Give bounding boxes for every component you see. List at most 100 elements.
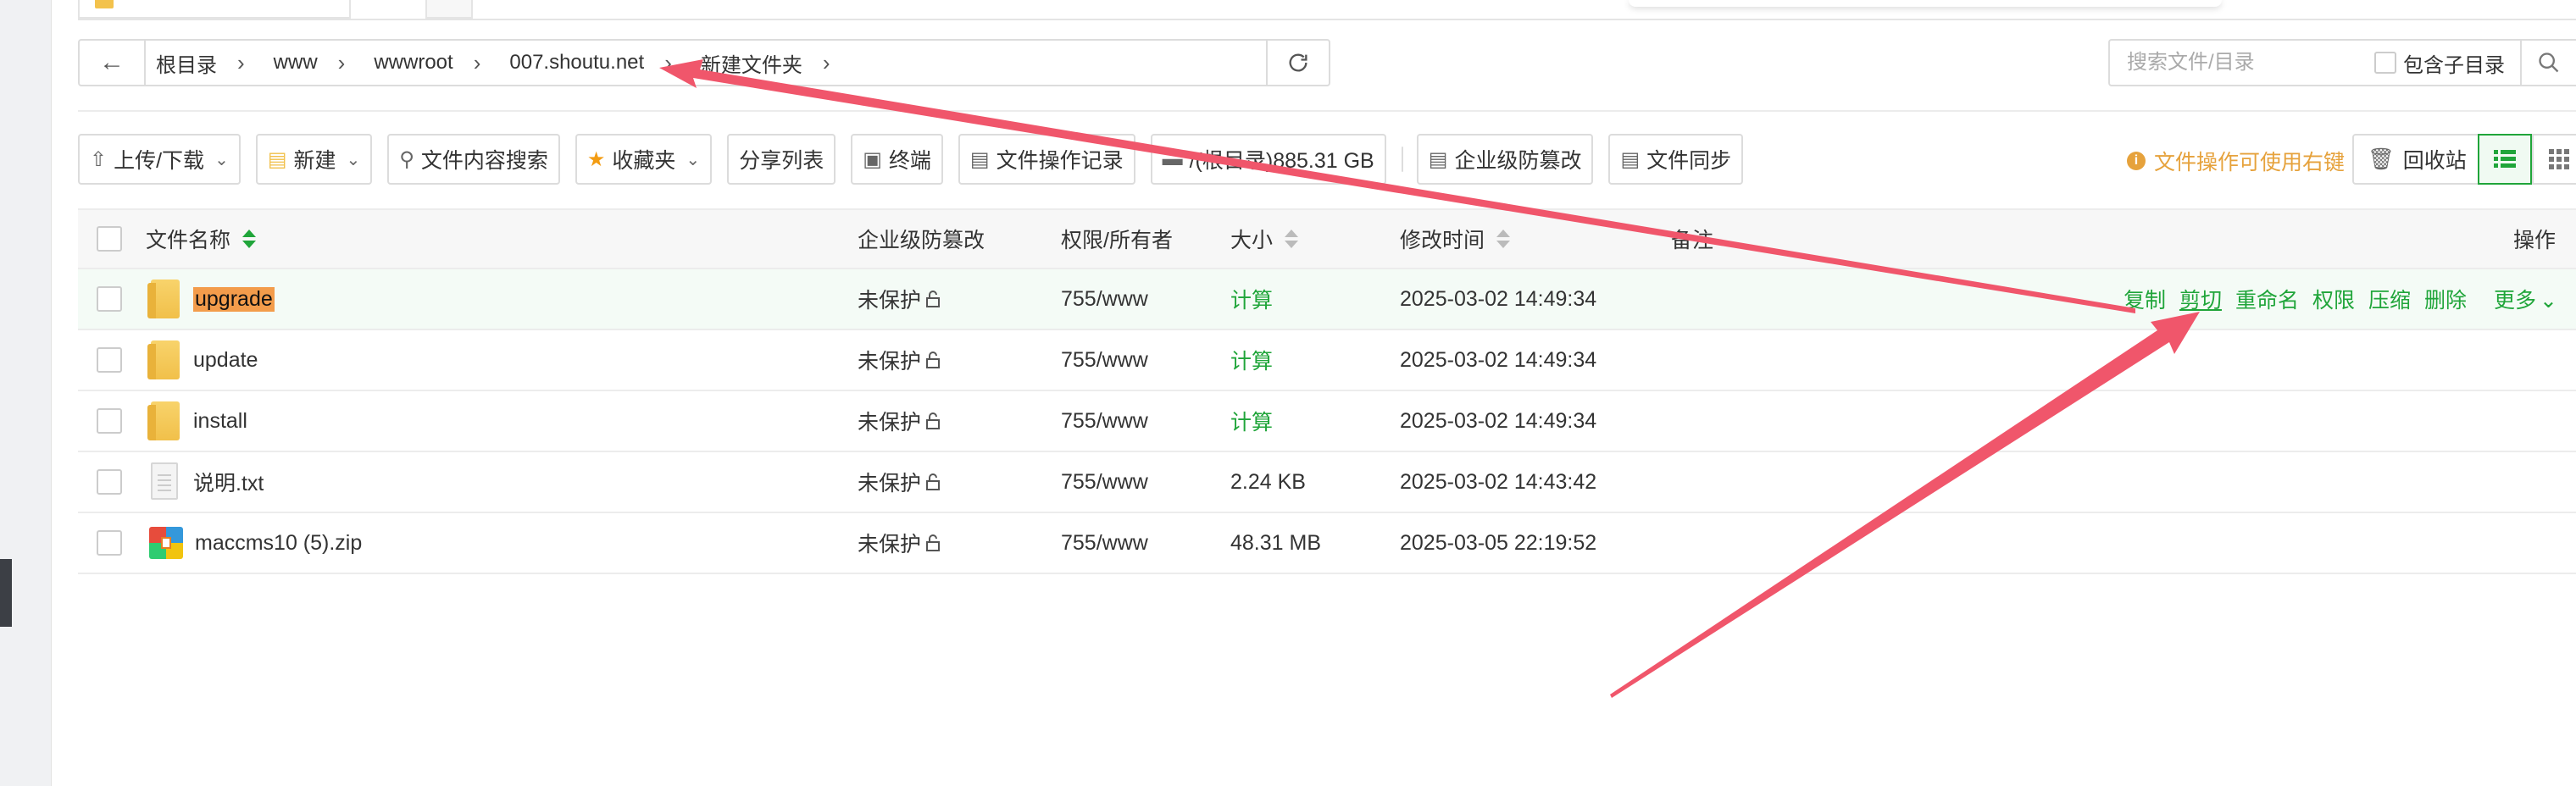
tamper-status-text: 未保护 [858, 350, 922, 374]
share-list-button[interactable]: 分享列表 [727, 134, 836, 185]
toolbar-separator [1401, 147, 1403, 172]
select-all-checkbox[interactable] [97, 226, 122, 252]
disk-icon: ▬ [1162, 147, 1183, 170]
perm-owner[interactable]: 755/www [1061, 513, 1148, 573]
unlock-icon[interactable] [924, 534, 943, 552]
search-input[interactable] [2125, 50, 2357, 75]
file-name[interactable]: update [193, 348, 258, 373]
breadcrumb-site[interactable]: 007.shoutu.net [509, 51, 644, 75]
file-table: 文件名称 企业级防篡改 权限/所有者 大小 修改时间 备注 操作 upgrade… [78, 208, 2576, 574]
cut-link[interactable]: 剪切 [2179, 284, 2222, 314]
table-row[interactable]: 说明.txt 未保护 755/www 2.24 KB 2025-03-02 14… [78, 452, 2576, 513]
search-icon [2539, 53, 2559, 73]
sort-icon [1285, 228, 1299, 250]
breadcrumb-current[interactable]: 新建文件夹 [701, 48, 802, 78]
path-bar: ← 根目录 › www › wwwroot › 007.shoutu.net › 新建文… [78, 39, 1330, 86]
file-name-cell[interactable]: upgrade [147, 269, 275, 329]
delete-link[interactable]: 删除 [2424, 284, 2467, 314]
size-calc-link[interactable]: 计算 [1230, 269, 1273, 329]
perm-owner[interactable]: 755/www [1061, 330, 1148, 390]
perm-owner[interactable]: 755/www [1061, 452, 1148, 512]
header-mtime[interactable]: 修改时间 [1400, 210, 1511, 268]
header-tamper: 企业级防篡改 [858, 229, 985, 252]
row-checkbox[interactable] [97, 469, 122, 495]
mtime: 2025-03-02 14:49:34 [1400, 286, 1597, 311]
file-sync-button[interactable]: ▤ 文件同步 [1608, 134, 1744, 185]
file-name-cell[interactable]: install [147, 391, 247, 451]
file-name[interactable]: maccms10 (5).zip [195, 531, 362, 556]
permission-link[interactable]: 权限 [2312, 284, 2355, 314]
chevron-right-icon: › [473, 49, 481, 75]
zip-file-icon [149, 527, 183, 559]
operation-log-label: 文件操作记录 [996, 149, 1124, 173]
more-link[interactable]: 更多 ⌄ [2480, 284, 2557, 314]
compress-link[interactable]: 压缩 [2368, 284, 2411, 314]
popup-edge [1629, 0, 2222, 7]
tip-text: 文件操作可使用右键 [2154, 151, 2346, 174]
include-subdir-checkbox[interactable] [2374, 52, 2396, 74]
table-header: 文件名称 企业级防篡改 权限/所有者 大小 修改时间 备注 操作 [78, 208, 2576, 269]
tab-add-button[interactable] [425, 0, 473, 19]
refresh-button[interactable] [1266, 41, 1329, 85]
more-label: 更多 [2494, 289, 2537, 313]
header-name-label: 文件名称 [146, 229, 231, 252]
copy-link[interactable]: 复制 [2124, 284, 2166, 314]
file-name[interactable]: 说明.txt [193, 467, 264, 497]
file-name-cell[interactable]: 说明.txt [151, 452, 264, 512]
size-calc-link[interactable]: 计算 [1230, 330, 1273, 390]
breadcrumb-root[interactable]: 根目录 [156, 48, 217, 78]
sort-icon [1496, 228, 1511, 250]
tamper-proof-button[interactable]: ▤ 企业级防篡改 [1416, 134, 1594, 185]
terminal-button[interactable]: ▣ 终端 [851, 134, 943, 185]
list-view-button[interactable] [2478, 134, 2532, 185]
unlock-icon[interactable] [924, 290, 943, 308]
size-calc-link[interactable]: 计算 [1230, 391, 1273, 451]
unlock-icon[interactable] [924, 351, 943, 369]
operation-log-button[interactable]: ▤ 文件操作记录 [958, 134, 1135, 185]
tab-current-folder[interactable] [78, 0, 351, 19]
perm-owner[interactable]: 755/www [1061, 391, 1148, 451]
header-size[interactable]: 大小 [1230, 210, 1299, 268]
include-subdir-toggle[interactable]: 包含子目录 [2374, 48, 2505, 78]
search-button[interactable] [2520, 41, 2576, 85]
mtime: 2025-03-05 22:19:52 [1400, 530, 1597, 555]
tamper-status-text: 未保护 [858, 533, 922, 556]
file-name[interactable]: upgrade [193, 286, 275, 312]
row-checkbox[interactable] [97, 286, 122, 312]
rename-link[interactable]: 重命名 [2235, 284, 2299, 314]
grid-view-button[interactable] [2532, 134, 2576, 185]
disk-button[interactable]: ▬ /(根目录)885.31 GB [1150, 134, 1386, 185]
header-name[interactable]: 文件名称 [146, 210, 257, 268]
file-size: 48.31 MB [1230, 530, 1322, 555]
file-name[interactable]: install [193, 409, 247, 434]
table-row[interactable]: upgrade 未保护 755/www 计算 2025-03-02 14:49:… [78, 269, 2576, 330]
recycle-bin-button[interactable]: 🗑 回收站 [2352, 134, 2482, 185]
info-icon: i [2127, 152, 2146, 170]
unlock-icon[interactable] [924, 412, 943, 430]
row-checkbox-cell [97, 269, 122, 329]
file-name-cell[interactable]: maccms10 (5).zip [149, 513, 362, 573]
chevron-right-icon: › [822, 49, 830, 75]
breadcrumb-wwwroot[interactable]: wwwroot [374, 51, 452, 75]
disk-label: /(根目录)885.31 GB [1189, 149, 1374, 173]
file-name-cell[interactable]: update [147, 330, 258, 390]
table-row[interactable]: maccms10 (5).zip 未保护 755/www 48.31 MB 20… [78, 513, 2576, 574]
upload-download-button[interactable]: ⇧ 上传/下载 ⌄ [78, 134, 241, 185]
new-button[interactable]: ▤ 新建 ⌄ [255, 134, 373, 185]
content-search-button[interactable]: ⚲ 文件内容搜索 [387, 134, 560, 185]
unlock-icon[interactable] [924, 473, 943, 491]
tamper-status: 未保护 [858, 513, 943, 573]
table-row[interactable]: install 未保护 755/www 计算 2025-03-02 14:49:… [78, 391, 2576, 452]
row-checkbox[interactable] [97, 408, 122, 434]
tamper-proof-label: 企业级防篡改 [1454, 149, 1582, 173]
breadcrumb-www[interactable]: www [274, 51, 318, 75]
row-ops: 复制 剪切 重命名 权限 压缩 删除 更多 ⌄ [2110, 269, 2557, 329]
favorites-button[interactable]: ★ 收藏夹 ⌄ [575, 134, 713, 185]
row-checkbox[interactable] [97, 530, 122, 556]
table-row[interactable]: update 未保护 755/www 计算 2025-03-02 14:49:3… [78, 330, 2576, 391]
header-perm: 权限/所有者 [1061, 229, 1173, 252]
back-button[interactable]: ← [80, 41, 146, 85]
terminal-icon: ▣ [863, 147, 882, 171]
row-checkbox[interactable] [97, 347, 122, 373]
perm-owner[interactable]: 755/www [1061, 269, 1148, 329]
